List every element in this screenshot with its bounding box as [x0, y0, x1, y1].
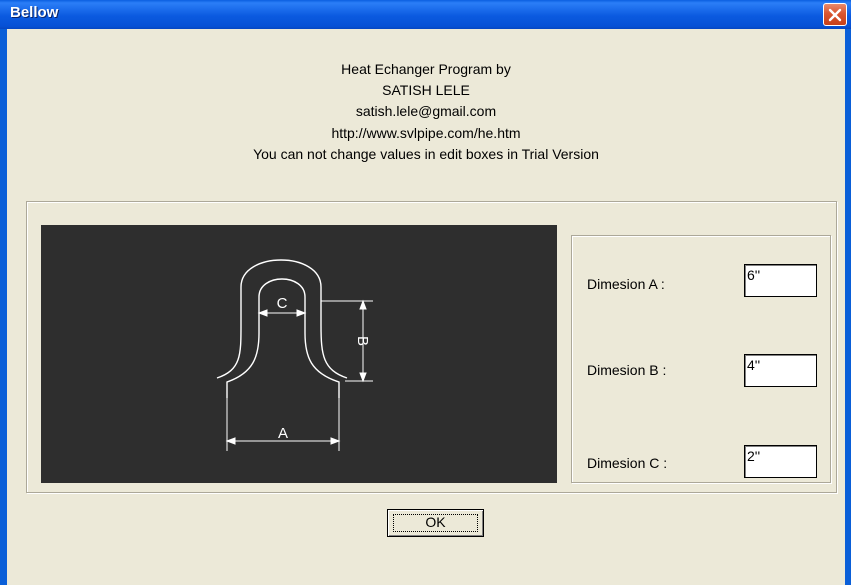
info-trial-notice: You can not change values in edit boxes … [253, 146, 599, 162]
dimension-c-label: Dimesion C : [587, 455, 668, 471]
bellow-sketch: A C B [216, 259, 373, 451]
bellow-dialog-window: Bellow Heat Echanger Program by SATISH L… [0, 0, 851, 585]
ok-button-label: OK [425, 514, 446, 530]
window-title: Bellow [10, 4, 59, 21]
dialog-client-area: Heat Echanger Program by SATISH LELE sat… [7, 29, 845, 585]
dimension-b-field[interactable]: 4'' [744, 354, 817, 387]
dimension-c-field[interactable]: 2'' [744, 445, 817, 478]
info-author-line: SATISH LELE [382, 82, 470, 98]
title-bar[interactable]: Bellow [0, 0, 851, 29]
dim-c-arrow-left [257, 309, 268, 317]
bellow-drawing: A C B [41, 225, 557, 483]
dim-b-arrow-top [359, 299, 367, 310]
dim-c-arrow-right [296, 309, 307, 317]
dimension-a-field[interactable]: 6'' [744, 264, 817, 297]
ok-button[interactable]: OK [387, 509, 484, 537]
dim-a-arrow-right [330, 437, 341, 445]
dim-c-label: C [277, 295, 288, 312]
info-program-line: Heat Echanger Program by [341, 61, 511, 77]
dim-a-arrow-left [225, 437, 236, 445]
info-url-line: http://www.svlpipe.com/he.htm [331, 125, 521, 141]
dim-b-arrow-bottom [359, 372, 367, 383]
dim-b-label: B [354, 336, 371, 346]
bellow-outer-contour [216, 259, 348, 379]
dimension-a-label: Dimesion A : [587, 276, 665, 292]
dimension-b-label: Dimesion B : [587, 362, 667, 378]
close-icon [828, 8, 842, 22]
dim-a-label: A [278, 425, 288, 442]
close-button[interactable] [823, 3, 847, 26]
info-email-line: satish.lele@gmail.com [355, 103, 497, 119]
